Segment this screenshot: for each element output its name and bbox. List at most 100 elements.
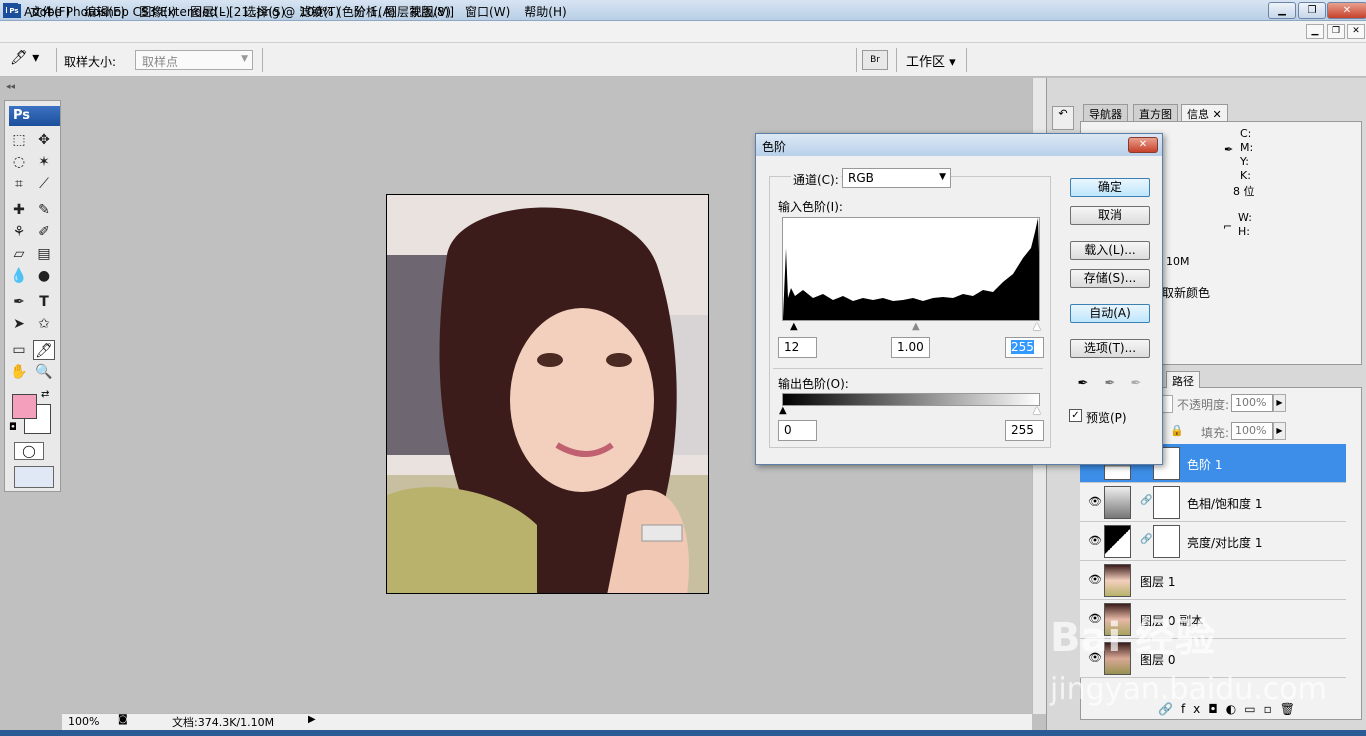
menu-analysis[interactable]: 分析(A) bbox=[354, 3, 396, 20]
levels-histogram bbox=[782, 217, 1040, 321]
foreground-color-swatch[interactable] bbox=[12, 394, 37, 419]
menu-layer[interactable]: 图层(L) bbox=[190, 3, 230, 20]
channel-select[interactable]: RGB ▼ bbox=[842, 168, 951, 188]
collapse-icon[interactable]: ◂◂ bbox=[6, 82, 15, 92]
menu-select[interactable]: 选择(S) bbox=[244, 3, 285, 20]
fill-input[interactable]: 100% bbox=[1231, 422, 1273, 440]
dodge-tool-icon[interactable]: ● bbox=[33, 266, 55, 286]
chevron-right-icon[interactable]: ▶ bbox=[1273, 422, 1286, 440]
close-button[interactable]: ✕ bbox=[1327, 2, 1366, 19]
path-selection-tool-icon[interactable]: ➤ bbox=[8, 314, 30, 334]
gray-point-eyedropper-icon[interactable]: ✒ bbox=[1102, 376, 1118, 392]
menu-image[interactable]: 图像(I) bbox=[139, 3, 176, 20]
swap-colors-icon[interactable]: ⇄ bbox=[41, 389, 49, 400]
output-white-field[interactable]: 255 bbox=[1005, 420, 1044, 441]
layer-name: 亮度/对比度 1 bbox=[1187, 536, 1263, 550]
output-black-slider[interactable]: ▲ bbox=[779, 405, 787, 416]
doc-restore-button[interactable]: ❐ bbox=[1327, 24, 1345, 39]
layer-thumbnail bbox=[1104, 564, 1131, 597]
input-white-slider[interactable]: ▲ bbox=[1033, 321, 1041, 332]
tab-paths[interactable]: 路径 bbox=[1166, 371, 1200, 388]
preview-checkbox[interactable]: ✓ bbox=[1069, 409, 1082, 422]
auto-button[interactable]: 自动(A) bbox=[1070, 304, 1150, 323]
layer-row[interactable]: 👁 图层 1 bbox=[1080, 561, 1346, 600]
notes-tool-icon[interactable]: ▭ bbox=[8, 340, 30, 360]
input-white-field[interactable]: 255 bbox=[1005, 337, 1044, 358]
eraser-tool-icon[interactable]: ▱ bbox=[8, 244, 30, 264]
eye-icon[interactable]: 👁 bbox=[1088, 495, 1102, 508]
divider bbox=[856, 48, 857, 72]
chevron-right-icon[interactable]: ▶ bbox=[1273, 394, 1286, 412]
slice-tool-icon[interactable]: ⟋ bbox=[33, 174, 55, 194]
tab-info[interactable]: 信息 ✕ bbox=[1181, 104, 1228, 121]
input-black-slider[interactable]: ▲ bbox=[790, 321, 798, 332]
eyedropper-tool-icon[interactable]: 🖊 bbox=[33, 340, 55, 360]
menu-edit[interactable]: 编辑(E) bbox=[84, 3, 125, 20]
document-icon[interactable]: Ps bbox=[7, 4, 21, 18]
default-colors-icon[interactable]: ◘ bbox=[9, 422, 17, 433]
input-gamma-field[interactable]: 1.00 bbox=[891, 337, 930, 358]
shape-tool-icon[interactable]: ✩ bbox=[33, 314, 55, 334]
pen-tool-icon[interactable]: ✒ bbox=[8, 292, 30, 312]
gradient-tool-icon[interactable]: ▤ bbox=[33, 244, 55, 264]
white-point-eyedropper-icon[interactable]: ✒ bbox=[1128, 376, 1144, 392]
history-panel-icon[interactable]: ↶ bbox=[1052, 106, 1074, 130]
menu-filter[interactable]: 滤镜(T) bbox=[299, 3, 340, 20]
cancel-button[interactable]: 取消 bbox=[1070, 206, 1150, 225]
zoom-tool-icon[interactable]: 🔍 bbox=[33, 362, 55, 382]
hand-tool-icon[interactable]: ✋ bbox=[8, 362, 30, 382]
output-black-field[interactable]: 0 bbox=[778, 420, 817, 441]
input-gamma-slider[interactable]: ▲ bbox=[912, 321, 920, 332]
menu-view[interactable]: 视图(V) bbox=[409, 3, 451, 20]
status-arrow-icon[interactable]: ▶ bbox=[308, 714, 316, 725]
blur-tool-icon[interactable]: 💧 bbox=[8, 266, 30, 286]
history-brush-tool-icon[interactable]: ✐ bbox=[33, 222, 55, 242]
type-tool-icon[interactable]: T bbox=[33, 292, 55, 312]
input-black-field[interactable]: 12 bbox=[778, 337, 817, 358]
options-button[interactable]: 选项(T)... bbox=[1070, 339, 1150, 358]
lock-icon[interactable]: 🔒 bbox=[1170, 424, 1184, 437]
menu-help[interactable]: 帮助(H) bbox=[524, 3, 566, 20]
quick-mask-icon[interactable]: ◯ bbox=[14, 442, 44, 460]
output-white-slider[interactable]: ▲ bbox=[1033, 405, 1041, 416]
magic-wand-tool-icon[interactable]: ✶ bbox=[33, 152, 55, 172]
eyedropper-icon: ✒ bbox=[1224, 143, 1234, 156]
opacity-input[interactable]: 100% bbox=[1231, 394, 1273, 412]
move-tool-icon[interactable]: ✥ bbox=[33, 130, 55, 150]
document-image[interactable] bbox=[386, 194, 709, 594]
layer-row[interactable]: 👁 🔗 色相/饱和度 1 bbox=[1080, 483, 1346, 522]
screen-mode-icon[interactable] bbox=[14, 466, 54, 488]
eye-icon[interactable]: 👁 bbox=[1088, 534, 1102, 547]
healing-brush-tool-icon[interactable]: ✚ bbox=[8, 200, 30, 220]
tab-histogram[interactable]: 直方图 bbox=[1133, 104, 1178, 121]
brush-tool-icon[interactable]: ✎ bbox=[33, 200, 55, 220]
dialog-title-bar bbox=[756, 134, 1162, 156]
dialog-close-button[interactable]: ✕ bbox=[1128, 137, 1158, 153]
save-button[interactable]: 存储(S)... bbox=[1070, 269, 1150, 288]
menu-window[interactable]: 窗口(W) bbox=[465, 3, 510, 20]
doc-minimize-button[interactable]: ▁ bbox=[1306, 24, 1324, 39]
layer-row[interactable]: 👁 🔗 亮度/对比度 1 bbox=[1080, 522, 1346, 561]
zoom-readout[interactable]: 100% bbox=[68, 715, 99, 728]
workspace-menu[interactable]: 工作区 ▾ bbox=[906, 51, 956, 70]
load-button[interactable]: 载入(L)... bbox=[1070, 241, 1150, 260]
maximize-button[interactable]: ❐ bbox=[1298, 2, 1326, 19]
eyedropper-tool-preset-icon[interactable]: 🖊 ▾ bbox=[10, 50, 50, 70]
doc-close-button[interactable]: ✕ bbox=[1347, 24, 1365, 39]
marquee-tool-icon[interactable]: ⬚ bbox=[8, 130, 30, 150]
minimize-button[interactable]: ▁ bbox=[1268, 2, 1296, 19]
crop-tool-icon[interactable]: ⌗ bbox=[8, 174, 30, 194]
ok-button[interactable]: 确定 bbox=[1070, 178, 1150, 197]
sample-size-select[interactable]: 取样点 ▼ bbox=[135, 50, 253, 70]
menu-file[interactable]: 文件(F) bbox=[30, 3, 70, 20]
close-icon[interactable]: ✕ bbox=[1213, 108, 1222, 121]
eye-icon[interactable]: 👁 bbox=[1088, 573, 1102, 586]
link-icon[interactable]: 🔗 bbox=[1140, 495, 1152, 506]
black-point-eyedropper-icon[interactable]: ✒ bbox=[1075, 376, 1091, 392]
clone-stamp-tool-icon[interactable]: ⚘ bbox=[8, 222, 30, 242]
bridge-icon[interactable]: Br bbox=[862, 50, 888, 70]
link-icon[interactable]: 🔗 bbox=[1140, 534, 1152, 545]
tab-navigator[interactable]: 导航器 bbox=[1083, 104, 1128, 121]
lasso-tool-icon[interactable]: ◌ bbox=[8, 152, 30, 172]
status-menu-icon[interactable]: ◙ bbox=[118, 714, 128, 725]
